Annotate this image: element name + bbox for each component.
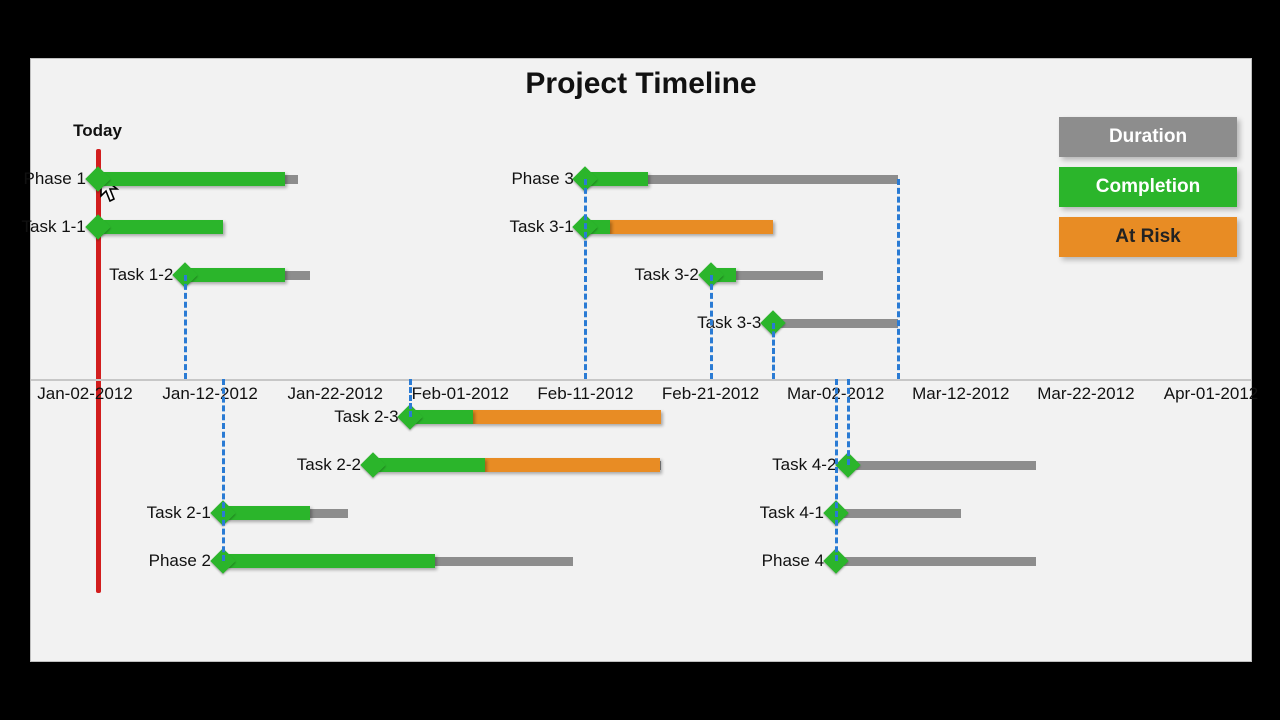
task-label: Phase 1 <box>24 169 86 189</box>
milestone-diamond <box>360 452 385 477</box>
task-label: Task 4-1 <box>760 503 824 523</box>
x-tick-label: Feb-21-2012 <box>662 384 759 404</box>
task-label: Task 3-1 <box>509 217 573 237</box>
today-label: Today <box>73 121 122 141</box>
task-label: Phase 2 <box>149 551 211 571</box>
task-label: Task 2-2 <box>297 455 361 475</box>
bar-at-risk <box>485 458 660 472</box>
bar-duration <box>836 557 1036 566</box>
task-label: Phase 4 <box>762 551 824 571</box>
connector-line <box>847 379 850 465</box>
bar-completion <box>185 268 285 282</box>
bar-duration <box>836 509 961 518</box>
bar-duration <box>848 461 1036 470</box>
legend-duration: Duration <box>1059 117 1237 157</box>
x-tick-label: Jan-12-2012 <box>162 384 257 404</box>
connector-line <box>409 379 412 417</box>
task-label: Task 1-1 <box>22 217 86 237</box>
legend-at-risk: At Risk <box>1059 217 1237 257</box>
task-label: Task 3-2 <box>635 265 699 285</box>
legend-completion: Completion <box>1059 167 1237 207</box>
bar-completion <box>223 506 311 520</box>
task-label: Task 3-3 <box>697 313 761 333</box>
x-tick-label: Mar-22-2012 <box>1037 384 1134 404</box>
connector-line <box>584 179 587 379</box>
connector-line <box>222 379 225 561</box>
bar-at-risk <box>473 410 661 424</box>
bar-completion <box>98 172 286 186</box>
chart-title: Project Timeline <box>31 67 1251 101</box>
bar-completion <box>373 458 486 472</box>
x-tick-label: Apr-01-2012 <box>1164 384 1259 404</box>
connector-line <box>835 379 838 561</box>
milestone-diamond <box>85 166 110 191</box>
milestone-diamond <box>85 214 110 239</box>
x-tick-label: Jan-22-2012 <box>287 384 382 404</box>
task-label: Task 2-3 <box>334 407 398 427</box>
connector-line <box>897 179 900 379</box>
x-tick-label: Jan-02-2012 <box>37 384 132 404</box>
x-tick-label: Mar-12-2012 <box>912 384 1009 404</box>
task-label: Task 1-2 <box>109 265 173 285</box>
connector-line <box>772 323 775 379</box>
bar-duration <box>773 319 898 328</box>
x-tick-label: Feb-01-2012 <box>412 384 509 404</box>
task-label: Task 2-1 <box>147 503 211 523</box>
connector-line <box>184 275 187 379</box>
task-label: Task 4-2 <box>772 455 836 475</box>
chart-canvas: Project Timeline Duration Completion At … <box>30 58 1252 662</box>
x-axis <box>31 379 1251 381</box>
bar-at-risk <box>610 220 773 234</box>
connector-line <box>710 275 713 379</box>
task-label: Phase 3 <box>511 169 573 189</box>
bar-completion <box>98 220 223 234</box>
x-tick-label: Feb-11-2012 <box>537 384 633 404</box>
bar-completion <box>223 554 436 568</box>
